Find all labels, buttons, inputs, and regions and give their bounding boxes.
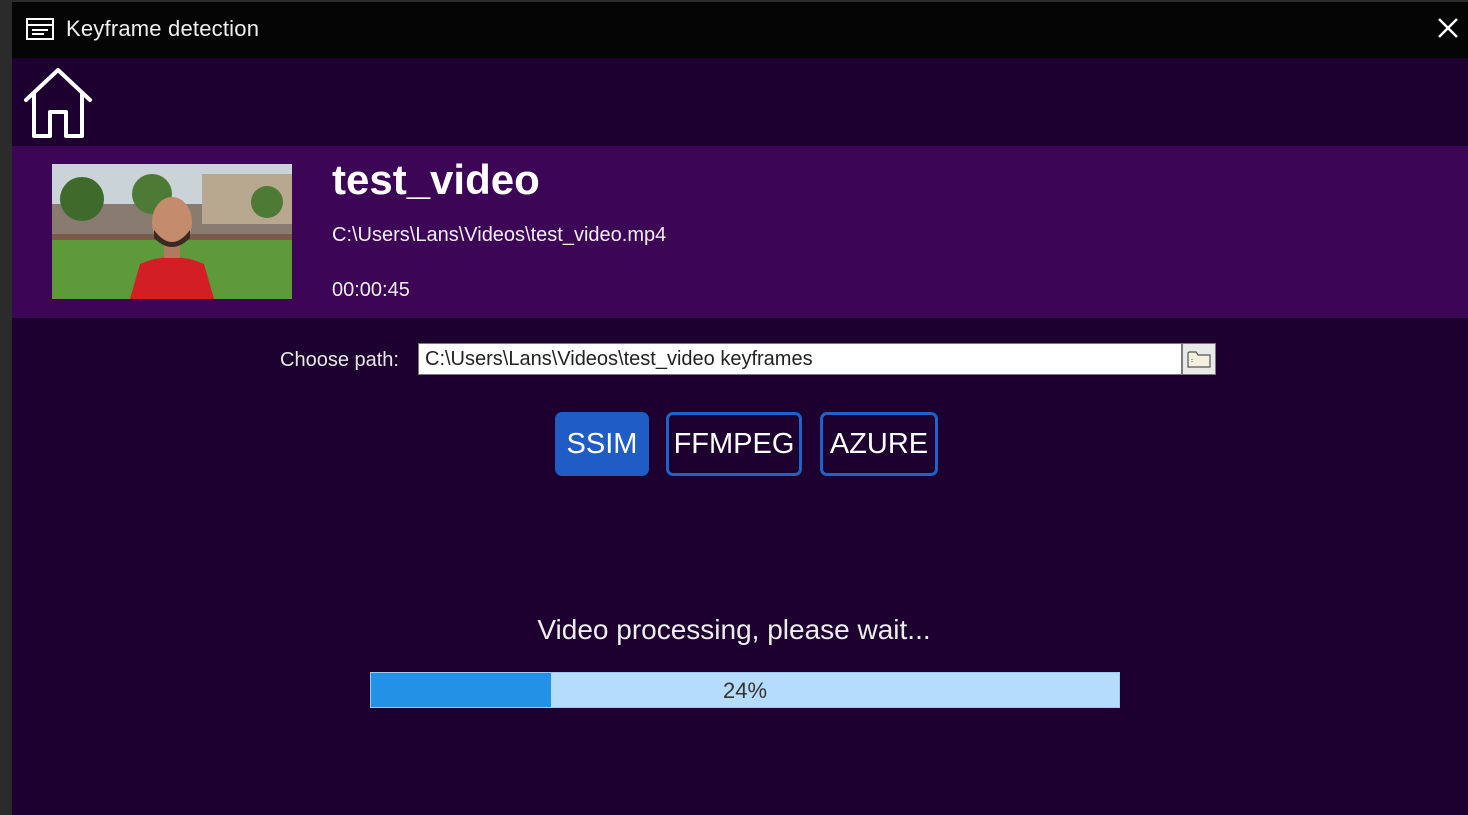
video-thumbnail-image [52, 164, 292, 299]
output-path-input[interactable] [418, 343, 1182, 375]
ssim-button[interactable]: SSIM [555, 412, 649, 476]
app-window: Keyframe detection test_video C:\Users\L… [12, 2, 1468, 815]
window-title: Keyframe detection [66, 16, 260, 41]
navigation-bar [12, 58, 1468, 146]
azure-button[interactable]: AZURE [820, 412, 938, 476]
keyframe-app-icon [26, 18, 54, 40]
browse-folder-button[interactable] [1182, 343, 1216, 375]
close-icon [1438, 18, 1458, 38]
video-info-card: test_video C:\Users\Lans\Videos\test_vid… [12, 146, 1468, 318]
choose-path-label: Choose path: [280, 349, 399, 371]
close-button[interactable] [1432, 12, 1464, 44]
folder-icon [1187, 351, 1211, 368]
progress-bar: 24% [370, 672, 1120, 708]
video-duration: 00:00:45 [332, 279, 410, 301]
home-icon[interactable] [22, 66, 94, 140]
video-thumbnail [52, 164, 292, 299]
ffmpeg-button[interactable]: FFMPEG [666, 412, 802, 476]
progress-percent-label: 24% [722, 678, 768, 703]
title-bar: Keyframe detection [12, 2, 1468, 58]
processing-status: Video processing, please wait... [537, 614, 931, 645]
output-path-row: Choose path: [12, 343, 1468, 379]
video-title: test_video [332, 156, 540, 203]
video-file-path: C:\Users\Lans\Videos\test_video.mp4 [332, 224, 667, 246]
